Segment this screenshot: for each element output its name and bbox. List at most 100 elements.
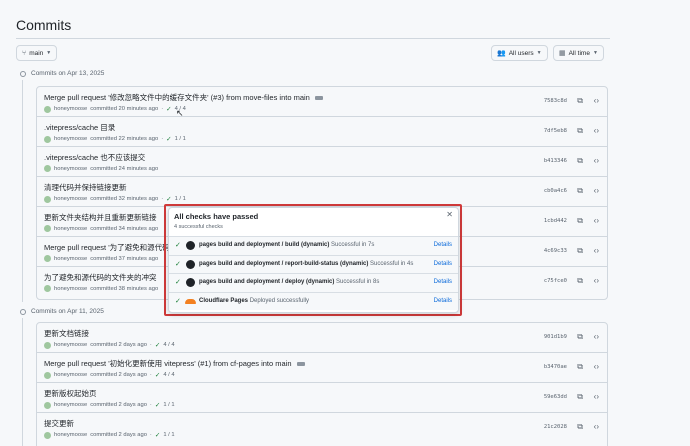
copy-icon[interactable]: ⧉ bbox=[577, 332, 583, 342]
check-icon[interactable]: ✓ bbox=[166, 105, 171, 113]
code-icon[interactable]: ‹› bbox=[594, 276, 599, 285]
copy-icon[interactable]: ⧉ bbox=[577, 246, 583, 256]
github-icon bbox=[186, 259, 195, 269]
commit-author[interactable]: honeymoose bbox=[54, 402, 87, 408]
commit-row[interactable]: 更新版权起始页 honeymoose committed 2 days ago · ✓… bbox=[37, 383, 607, 413]
commit-sha[interactable]: 21c2028 bbox=[544, 424, 567, 430]
commit-sha[interactable]: 7583c8d bbox=[544, 98, 567, 104]
details-link[interactable]: Details bbox=[434, 298, 452, 304]
code-icon[interactable]: ‹› bbox=[594, 392, 599, 401]
time-filter-button[interactable]: ▦ All time ▼ bbox=[553, 45, 604, 61]
copy-icon[interactable]: ⧉ bbox=[577, 96, 583, 106]
commit-sha[interactable]: 901d1b9 bbox=[544, 334, 567, 340]
copy-icon[interactable]: ⧉ bbox=[577, 186, 583, 196]
commit-author[interactable]: honeymoose bbox=[54, 106, 87, 112]
timeline-line bbox=[22, 80, 23, 302]
check-count[interactable]: 1 / 1 bbox=[175, 136, 186, 142]
avatar[interactable] bbox=[44, 105, 51, 113]
avatar[interactable] bbox=[44, 371, 51, 379]
commit-author[interactable]: honeymoose bbox=[54, 196, 87, 202]
check-count[interactable]: 4 / 4 bbox=[163, 342, 174, 348]
avatar[interactable] bbox=[44, 401, 51, 409]
commit-message[interactable]: .vitepress/cache 目录 bbox=[44, 122, 115, 133]
commit-author[interactable]: honeymoose bbox=[54, 166, 87, 172]
check-count[interactable]: 1 / 1 bbox=[163, 432, 174, 438]
copy-icon[interactable]: ⧉ bbox=[577, 126, 583, 136]
commit-sha[interactable]: 7df5eb8 bbox=[544, 128, 567, 134]
commit-sha[interactable]: 1cbd442 bbox=[544, 218, 567, 224]
commit-message[interactable]: Merge pull request '修改忽略文件中的缓存文件夹' (#3) … bbox=[44, 92, 310, 103]
check-count[interactable]: 1 / 1 bbox=[175, 196, 186, 202]
commit-author[interactable]: honeymoose bbox=[54, 342, 87, 348]
copy-icon[interactable]: ⧉ bbox=[577, 276, 583, 286]
branch-select-button[interactable]: ⑂ main ▼ bbox=[16, 45, 58, 61]
close-icon[interactable]: ✕ bbox=[446, 210, 453, 219]
commit-message[interactable]: 清理代码并保持链接更新 bbox=[44, 182, 127, 193]
avatar[interactable] bbox=[44, 255, 51, 262]
commit-sha[interactable]: 59e63dd bbox=[544, 394, 567, 400]
check-icon[interactable]: ✓ bbox=[166, 135, 171, 143]
code-icon[interactable]: ‹› bbox=[594, 216, 599, 225]
avatar[interactable] bbox=[44, 225, 51, 232]
day-header: Commits on Apr 13, 2025 bbox=[20, 70, 104, 77]
commit-author[interactable]: honeymoose bbox=[54, 226, 87, 232]
details-link[interactable]: Details bbox=[434, 279, 452, 285]
copy-icon[interactable]: ⧉ bbox=[577, 156, 583, 166]
code-icon[interactable]: ‹› bbox=[594, 96, 599, 105]
commit-sha[interactable]: cb0a4c6 bbox=[544, 188, 567, 194]
code-icon[interactable]: ‹› bbox=[594, 246, 599, 255]
commit-message[interactable]: Merge pull request '初始化更新使用 vitepress' (… bbox=[44, 358, 292, 369]
avatar[interactable] bbox=[44, 431, 51, 439]
commit-message[interactable]: 更新文件夹结构并且重新更新链接 bbox=[44, 212, 157, 223]
commit-message[interactable]: .vitepress/cache 也不应该提交 bbox=[44, 152, 145, 163]
check-icon[interactable]: ✓ bbox=[155, 431, 160, 439]
commit-row[interactable]: Merge pull request '初始化更新使用 vitepress' (… bbox=[37, 353, 607, 383]
commit-message[interactable]: 更新版权起始页 bbox=[44, 388, 97, 399]
ellipsis-icon[interactable] bbox=[314, 95, 323, 100]
copy-icon[interactable]: ⧉ bbox=[577, 422, 583, 432]
avatar[interactable] bbox=[44, 135, 51, 143]
commit-sha[interactable]: 4c69c33 bbox=[544, 248, 567, 254]
check-icon[interactable]: ✓ bbox=[155, 341, 160, 349]
check-icon[interactable]: ✓ bbox=[166, 195, 171, 203]
commit-author[interactable]: honeymoose bbox=[54, 286, 87, 292]
check-icon[interactable]: ✓ bbox=[155, 401, 160, 409]
commit-author[interactable]: honeymoose bbox=[54, 432, 87, 438]
commit-sha[interactable]: c75fce0 bbox=[544, 278, 567, 284]
copy-icon[interactable]: ⧉ bbox=[577, 392, 583, 402]
details-link[interactable]: Details bbox=[434, 261, 452, 267]
commit-message[interactable]: Merge pull request '为了避免和源代码 bbox=[44, 242, 170, 253]
check-icon[interactable]: ✓ bbox=[155, 371, 160, 379]
code-icon[interactable]: ‹› bbox=[594, 186, 599, 195]
commit-author[interactable]: honeymoose bbox=[54, 256, 87, 262]
commit-row[interactable]: .vitepress/cache 目录 honeymoose committed … bbox=[37, 117, 607, 147]
code-icon[interactable]: ‹› bbox=[594, 126, 599, 135]
commit-sha[interactable]: b3470ae bbox=[544, 364, 567, 370]
avatar[interactable] bbox=[44, 341, 51, 349]
commit-row[interactable]: Merge pull request '修改忽略文件中的缓存文件夹' (#3) … bbox=[37, 87, 607, 117]
commit-row[interactable]: 更新文档链接 honeymoose committed 2 days ago · ✓ 4… bbox=[37, 323, 607, 353]
commit-author[interactable]: honeymoose bbox=[54, 136, 87, 142]
avatar[interactable] bbox=[44, 285, 51, 292]
commit-author[interactable]: honeymoose bbox=[54, 372, 87, 378]
code-icon[interactable]: ‹› bbox=[594, 362, 599, 371]
avatar[interactable] bbox=[44, 195, 51, 203]
code-icon[interactable]: ‹› bbox=[594, 422, 599, 431]
ellipsis-icon[interactable] bbox=[296, 361, 305, 366]
copy-icon[interactable]: ⧉ bbox=[577, 216, 583, 226]
commit-row[interactable]: 清理代码并保持链接更新 honeymoose committed 32 minut… bbox=[37, 177, 607, 207]
code-icon[interactable]: ‹› bbox=[594, 156, 599, 165]
commit-message[interactable]: 更新文档链接 bbox=[44, 328, 89, 339]
check-count[interactable]: 4 / 4 bbox=[163, 372, 174, 378]
commit-message[interactable]: 为了避免和源代码的文件夹的冲突 bbox=[44, 272, 157, 283]
copy-icon[interactable]: ⧉ bbox=[577, 362, 583, 372]
commit-row[interactable]: .vitepress/cache 也不应该提交 honeymoose commit… bbox=[37, 147, 607, 177]
commit-sha[interactable]: b413346 bbox=[544, 158, 567, 164]
commit-row[interactable]: 提交更新 honeymoose committed 2 days ago · ✓ 1 /… bbox=[37, 413, 607, 443]
avatar[interactable] bbox=[44, 165, 51, 172]
check-count[interactable]: 1 / 1 bbox=[163, 402, 174, 408]
users-filter-button[interactable]: 👥 All users ▼ bbox=[491, 45, 548, 61]
code-icon[interactable]: ‹› bbox=[594, 332, 599, 341]
commit-message[interactable]: 提交更新 bbox=[44, 418, 74, 429]
details-link[interactable]: Details bbox=[434, 242, 452, 248]
